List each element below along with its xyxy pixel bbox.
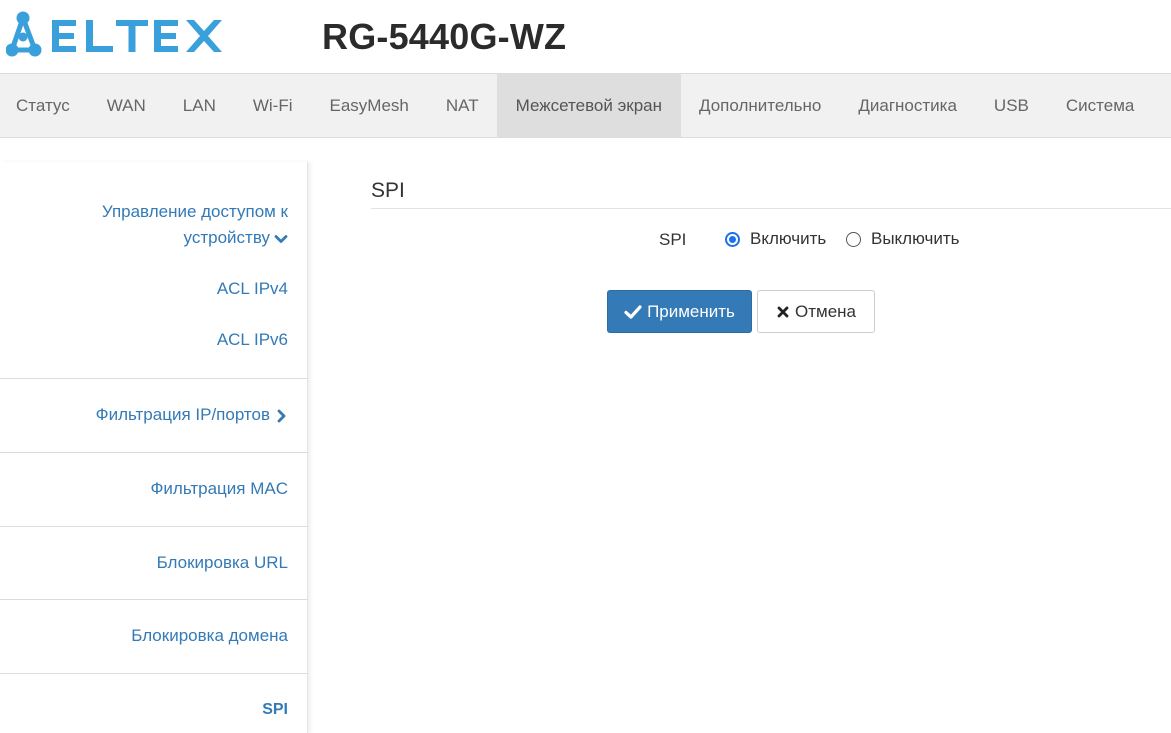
sidebar-item-ip-port-filter[interactable]: Фильтрация IP/портов [96, 402, 288, 428]
tab-diagnostics[interactable]: Диагностика [840, 74, 976, 137]
sidebar: Управление доступом к устройству ACL IPv… [0, 162, 308, 733]
cancel-button-label: Отмена [795, 301, 856, 321]
spi-disable-label: Выключить [871, 229, 960, 248]
device-model-title: RG-5440G-WZ [322, 16, 567, 57]
eltex-logo [6, 10, 246, 62]
tab-nat[interactable]: NAT [427, 74, 497, 137]
radio-unchecked-icon[interactable] [846, 231, 861, 247]
sidebar-item-access-control[interactable]: Управление доступом к устройству [48, 199, 288, 251]
apply-button-label: Применить [647, 301, 735, 321]
cancel-button[interactable]: Отмена [757, 290, 875, 333]
sidebar-divider [0, 452, 308, 453]
sidebar-item-acl-ipv4[interactable]: ACL IPv4 [217, 276, 288, 302]
radio-checked-icon[interactable] [725, 231, 740, 247]
tab-system[interactable]: Система [1047, 74, 1152, 137]
tab-firewall[interactable]: Межсетевой экран [497, 74, 681, 137]
spi-field-label: SPI [659, 230, 687, 249]
apply-button[interactable]: Применить [607, 290, 752, 333]
tab-easymesh[interactable]: EasyMesh [311, 74, 427, 137]
spi-enable-label: Включить [750, 229, 827, 248]
sidebar-item-domain-block[interactable]: Блокировка домена [131, 623, 288, 649]
sidebar-item-label: Управление доступом к устройству [101, 202, 288, 247]
sidebar-item-acl-ipv6[interactable]: ACL IPv6 [217, 327, 288, 353]
tab-wan[interactable]: WAN [88, 74, 164, 137]
sidebar-divider [0, 526, 308, 527]
chevron-right-icon [277, 409, 286, 422]
sidebar-item-label: Фильтрация IP/портов [95, 405, 270, 424]
top-navigation: Статус WAN LAN Wi-Fi EasyMesh NAT Межсет… [0, 73, 1171, 138]
spi-disable-radio[interactable]: Выключить [846, 229, 959, 249]
section-divider [371, 208, 1171, 209]
tab-status[interactable]: Статус [0, 74, 88, 137]
sidebar-item-mac-filter[interactable]: Фильтрация MAC [150, 476, 288, 502]
header: RG-5440G-WZ [0, 0, 1171, 73]
tab-usb[interactable]: USB [975, 74, 1047, 137]
sidebar-item-spi[interactable]: SPI [262, 697, 288, 723]
close-icon [777, 306, 789, 317]
check-icon [624, 304, 642, 319]
section-title: SPI [371, 179, 405, 202]
spi-enable-radio[interactable]: Включить [725, 229, 826, 249]
tab-wifi[interactable]: Wi-Fi [234, 74, 311, 137]
sidebar-divider [0, 378, 308, 379]
tab-lan[interactable]: LAN [164, 74, 234, 137]
sidebar-item-url-block[interactable]: Блокировка URL [157, 550, 288, 576]
chevron-down-icon [274, 234, 288, 243]
sidebar-divider [0, 599, 308, 600]
sidebar-divider [0, 673, 308, 674]
eltex-logo-icon [6, 11, 222, 57]
tab-advanced[interactable]: Дополнительно [681, 74, 840, 137]
